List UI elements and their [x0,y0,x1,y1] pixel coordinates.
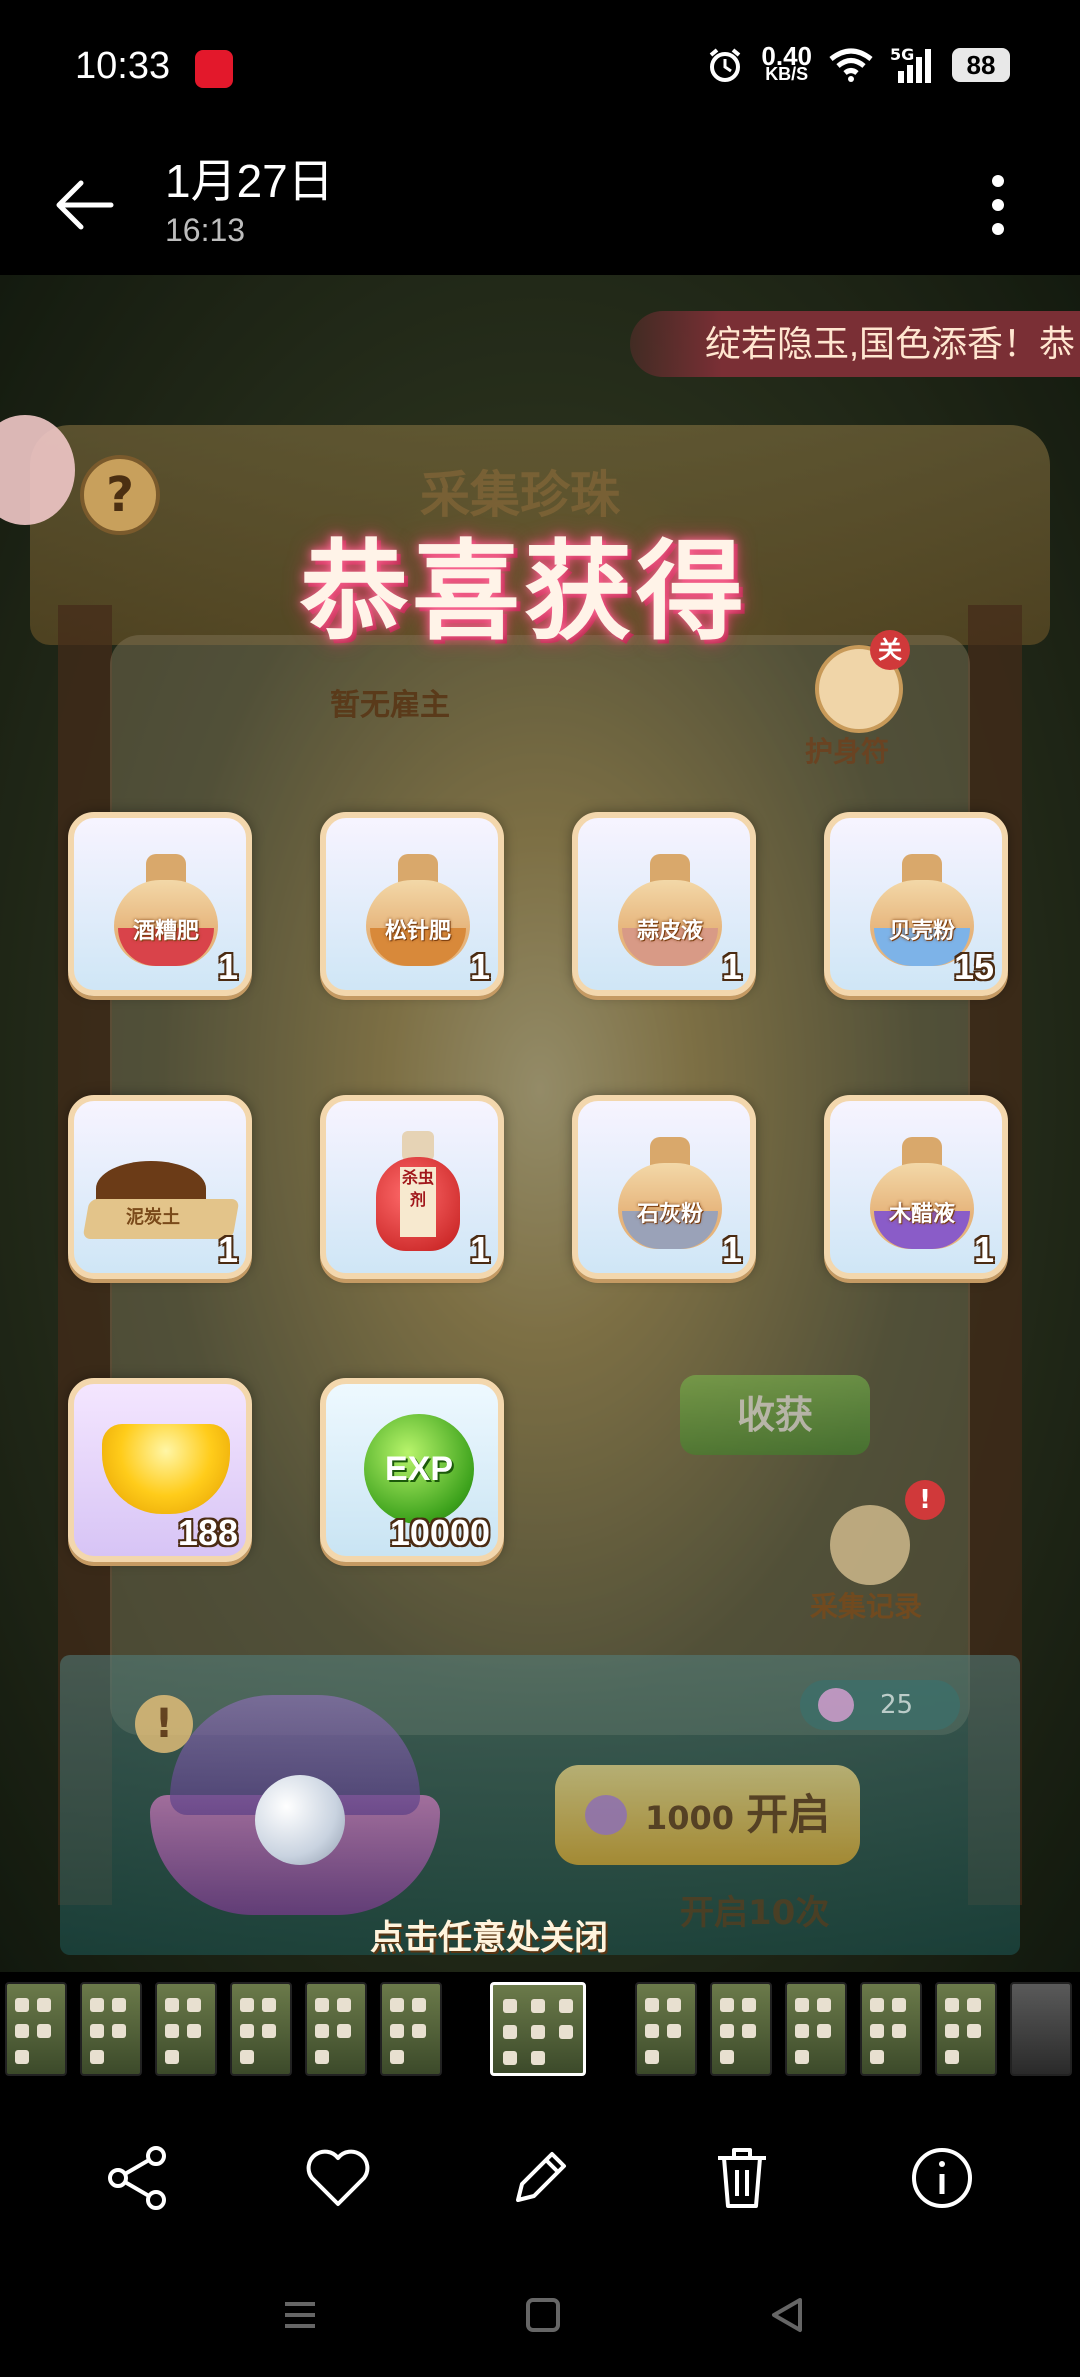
more-vertical-icon[interactable] [975,165,1021,245]
reward-item: 石灰粉 1 [572,1095,756,1279]
charm-badge: 关 [870,630,910,670]
photo-thumbnail[interactable] [785,1982,847,2076]
fertilizer-bag-icon [870,1129,974,1249]
photo-thumbnail[interactable] [305,1982,367,2076]
gold-ingot-icon [102,1424,230,1514]
no-employer-label: 暂无雇主 [330,688,450,723]
trash-icon[interactable] [704,2140,780,2216]
reward-item: 木醋液 1 [824,1095,1008,1279]
reward-item: 贝壳粉 15 [824,812,1008,996]
alarm-icon [710,48,741,82]
fertilizer-bag-icon [366,846,470,966]
photo-thumbnail[interactable] [860,1982,922,2076]
back-triangle-icon[interactable] [762,2290,812,2340]
photo-date-title: 1月27日 [165,155,334,207]
photo-thumbnail[interactable] [1010,1982,1072,2076]
viewer-header [0,130,1080,275]
photo-time-subtitle: 16:13 [165,212,246,248]
warning-icon: ! [135,1695,193,1753]
share-icon[interactable] [100,2140,176,2216]
reward-item: 蒜皮液 1 [572,812,756,996]
photo-thumbnail[interactable] [710,1982,772,2076]
wifi-icon [829,48,873,82]
photo-thumbnail[interactable] [155,1982,217,2076]
info-icon[interactable] [904,2140,980,2216]
congrats-title: 恭喜获得 [300,529,749,655]
exp-orb-icon: EXP [364,1414,474,1524]
photo-thumbnail[interactable] [230,1982,292,2076]
reward-item: 酒糟肥 1 [68,812,252,996]
battery-indicator: 88 [952,48,1010,82]
status-icons: 0.40 KB/S 5G 88 [705,42,1010,88]
network-speed: 0.40 KB/S [761,41,812,84]
heart-icon[interactable] [300,2140,376,2216]
photo-thumbnail[interactable] [635,1982,697,2076]
reward-item: 松针肥 1 [320,812,504,996]
pearl-shell-icon [150,1695,450,1925]
close-hint[interactable]: 点击任意处关闭 [370,1910,608,1959]
fertilizer-bag-icon [618,846,722,966]
fertilizer-bag-icon [114,846,218,966]
menu-icon[interactable] [275,2290,325,2340]
pencil-icon[interactable] [502,2140,578,2216]
record-alert-badge: ! [905,1480,945,1520]
photo-thumbnail[interactable] [5,1982,67,2076]
reward-item: EXP 10000 [320,1378,504,1562]
help-icon[interactable]: ? [80,455,160,535]
collection-record-label: 采集记录 [810,1590,923,1623]
photo-content[interactable]: 绽若隐玉,国色添香！恭 ? 采集珍珠 恭喜获得 暂无雇主 关 护身符 酒糟肥 1… [0,275,1080,1972]
scrolling-banner: 绽若隐玉,国色添香！恭 [630,311,1080,377]
pearl-icon [585,1795,627,1835]
pesticide-bottle-icon: 杀虫剂 [376,1131,460,1251]
open-ten-times-label: 开启10次 [680,1893,830,1933]
reward-item: 188 [68,1378,252,1562]
cellular-signal-icon: 5G [890,45,936,85]
photo-thumbnail[interactable] [380,1982,442,2076]
fertilizer-bag-icon [618,1129,722,1249]
photo-thumbnail[interactable] [80,1982,142,2076]
reward-item: 杀虫剂 1 [320,1095,504,1279]
pearl-icon [818,1688,854,1722]
collection-record-icon [830,1505,910,1585]
charm-label: 护身符 [805,735,890,768]
notification-app-icon [195,50,233,88]
reward-item: 泥炭土 1 [68,1095,252,1279]
thumbnail-strip[interactable] [0,1972,1080,2082]
harvest-button: 收获 [680,1375,870,1455]
home-icon[interactable] [518,2290,568,2340]
photo-thumbnail-selected[interactable] [490,1982,586,2076]
photo-thumbnail[interactable] [935,1982,997,2076]
pearl-counter: 25 [800,1680,960,1730]
arrow-left-icon[interactable] [45,165,125,245]
status-time: 10:33 [75,45,171,87]
open-shell-button: 1000 开启 [555,1765,860,1865]
